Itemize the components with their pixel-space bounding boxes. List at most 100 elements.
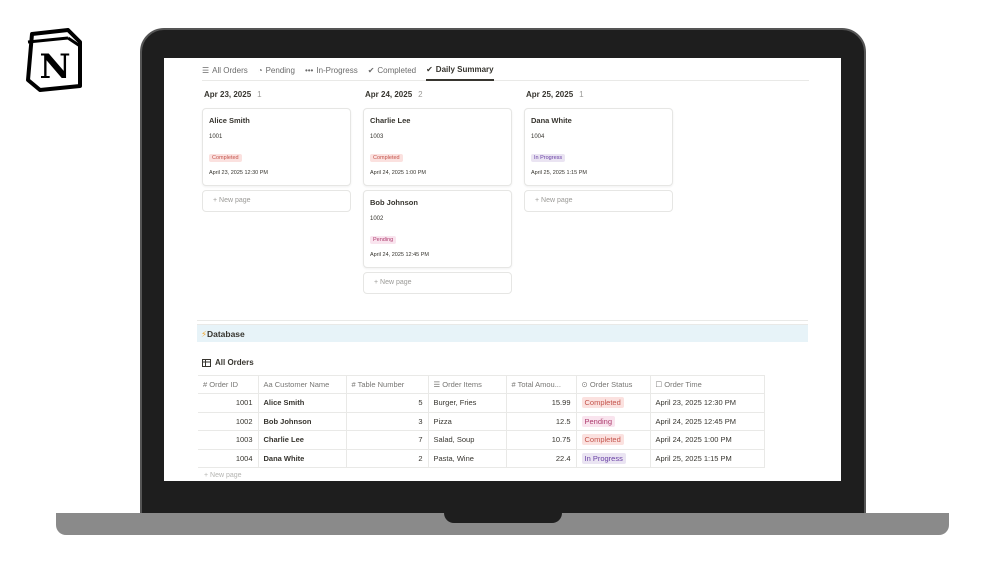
table-new-page-button[interactable]: + New page bbox=[204, 472, 242, 479]
orders-table: # Order ID Aa Customer Name # Table Numb… bbox=[198, 375, 765, 468]
status-badge: Completed bbox=[581, 434, 624, 446]
cell-table-number[interactable]: 5 bbox=[346, 393, 429, 413]
tab-pending[interactable]: ◔ Pending bbox=[258, 61, 295, 81]
board-column: Apr 24, 2025 2 Charlie Lee 1003 Completed… bbox=[363, 90, 512, 294]
cell-order-status[interactable]: Completed bbox=[576, 393, 651, 413]
column-header-order-items[interactable]: ☰ Order Items bbox=[428, 375, 507, 394]
notion-logo: N bbox=[26, 28, 82, 92]
board-column: Apr 23, 2025 1 Alice Smith 1001 Completed… bbox=[202, 90, 351, 294]
cell-order-time[interactable]: April 24, 2025 12:45 PM bbox=[650, 412, 765, 431]
database-title: Database bbox=[206, 329, 245, 339]
notion-logo-letter: N bbox=[39, 47, 70, 87]
column-count: 1 bbox=[257, 90, 262, 99]
column-date: Apr 24, 2025 bbox=[365, 90, 413, 99]
card-time: April 24, 2025 1:00 PM bbox=[370, 170, 426, 176]
table-view-tab[interactable]: All Orders bbox=[202, 358, 254, 367]
tab-label: All Orders bbox=[212, 66, 248, 75]
column-header: Apr 25, 2025 1 bbox=[524, 90, 673, 104]
column-header-order-id[interactable]: # Order ID bbox=[198, 375, 259, 394]
cell-table-number[interactable]: 7 bbox=[346, 430, 429, 450]
tab-label: Pending bbox=[265, 66, 295, 75]
column-header-customer-name[interactable]: Aa Customer Name bbox=[258, 375, 347, 394]
column-header-order-time[interactable]: ☐ Order Time bbox=[650, 375, 765, 394]
board-card[interactable]: Alice Smith 1001 Completed April 23, 202… bbox=[202, 108, 351, 186]
column-header: Apr 24, 2025 2 bbox=[363, 90, 512, 104]
divider bbox=[197, 320, 808, 321]
tab-completed[interactable]: ✔ Completed bbox=[368, 61, 416, 81]
status-badge: In Progress bbox=[581, 452, 626, 464]
board-card[interactable]: Charlie Lee 1003 Completed April 24, 202… bbox=[363, 108, 512, 186]
cell-order-items[interactable]: Pizza bbox=[428, 412, 507, 431]
tab-daily-summary[interactable]: ✔ Daily Summary bbox=[426, 61, 494, 81]
cell-order-time[interactable]: April 25, 2025 1:15 PM bbox=[650, 449, 765, 468]
table-icon bbox=[202, 358, 211, 367]
card-name: Charlie Lee bbox=[370, 116, 411, 125]
card-time: April 23, 2025 12:30 PM bbox=[209, 170, 269, 176]
card-name: Alice Smith bbox=[209, 116, 250, 125]
laptop-notch bbox=[444, 511, 562, 523]
card-order-id: 1001 bbox=[209, 134, 223, 140]
cell-customer-name[interactable]: Charlie Lee bbox=[258, 430, 347, 450]
cell-customer-name[interactable]: Bob Johnson bbox=[258, 412, 347, 431]
ellipsis-icon: ••• bbox=[304, 66, 314, 75]
cell-order-status[interactable]: Pending bbox=[576, 412, 651, 431]
card-name: Bob Johnson bbox=[370, 198, 418, 207]
cell-order-items[interactable]: Pasta, Wine bbox=[428, 449, 507, 468]
cell-total-amount[interactable]: 15.99 bbox=[506, 393, 577, 413]
cell-total-amount[interactable]: 10.75 bbox=[506, 430, 577, 450]
column-header-table-number[interactable]: # Table Number bbox=[346, 375, 429, 394]
table-row[interactable]: 1003 Charlie Lee 7 Salad, Soup 10.75 Com… bbox=[198, 430, 765, 450]
table-header-row: # Order ID Aa Customer Name # Table Numb… bbox=[198, 375, 765, 394]
column-header: Apr 23, 2025 1 bbox=[202, 90, 351, 104]
stage: N ☰ All Orders ◔ Pending ••• In-Progress ✔ C… bbox=[0, 0, 1005, 565]
cell-table-number[interactable]: 3 bbox=[346, 412, 429, 431]
cell-order-time[interactable]: April 24, 2025 1:00 PM bbox=[650, 430, 765, 450]
board-card[interactable]: Dana White 1004 In Progress April 25, 20… bbox=[524, 108, 673, 186]
cell-order-id[interactable]: 1001 bbox=[198, 393, 259, 413]
board-view: Apr 23, 2025 1 Alice Smith 1001 Completed… bbox=[202, 90, 673, 294]
database-callout: ⚡Database bbox=[197, 324, 808, 342]
cell-order-items[interactable]: Salad, Soup bbox=[428, 430, 507, 450]
cell-customer-name[interactable]: Alice Smith bbox=[258, 393, 347, 413]
status-badge: Pending bbox=[581, 415, 616, 427]
tab-label: Daily Summary bbox=[435, 65, 494, 74]
table-view-label: All Orders bbox=[215, 358, 254, 367]
cell-customer-name[interactable]: Dana White bbox=[258, 449, 347, 468]
cell-total-amount[interactable]: 22.4 bbox=[506, 449, 577, 468]
board-column: Apr 25, 2025 1 Dana White 1004 In Progres… bbox=[524, 90, 673, 294]
cell-order-id[interactable]: 1004 bbox=[198, 449, 259, 468]
cell-order-items[interactable]: Burger, Fries bbox=[428, 393, 507, 413]
column-date: Apr 23, 2025 bbox=[204, 90, 252, 99]
cell-order-status[interactable]: In Progress bbox=[576, 449, 651, 468]
status-badge: Completed bbox=[581, 397, 624, 409]
status-badge: Completed bbox=[209, 154, 242, 162]
check-circle-icon: ✔ bbox=[367, 66, 375, 75]
cell-order-id[interactable]: 1003 bbox=[198, 430, 259, 450]
cell-total-amount[interactable]: 12.5 bbox=[506, 412, 577, 431]
table-row[interactable]: 1002 Bob Johnson 3 Pizza 12.5 Pending Ap… bbox=[198, 412, 765, 431]
new-page-button[interactable]: + New page bbox=[363, 272, 512, 294]
pending-icon: ◔ bbox=[257, 66, 263, 75]
tab-label: In-Progress bbox=[316, 66, 358, 75]
new-page-button[interactable]: + New page bbox=[202, 190, 351, 212]
card-order-id: 1003 bbox=[370, 134, 384, 140]
tab-all-orders[interactable]: ☰ All Orders bbox=[202, 61, 248, 81]
status-badge: Completed bbox=[370, 154, 403, 162]
card-order-id: 1002 bbox=[370, 216, 384, 222]
new-page-button[interactable]: + New page bbox=[524, 190, 673, 212]
cell-order-id[interactable]: 1002 bbox=[198, 412, 259, 431]
board-card[interactable]: Bob Johnson 1002 Pending April 24, 2025 … bbox=[363, 190, 512, 268]
column-count: 1 bbox=[579, 90, 584, 99]
cell-order-status[interactable]: Completed bbox=[576, 430, 651, 450]
column-header-total-amount[interactable]: # Total Amou... bbox=[506, 375, 577, 394]
table-row[interactable]: 1004 Dana White 2 Pasta, Wine 22.4 In Pr… bbox=[198, 449, 765, 468]
cell-order-time[interactable]: April 23, 2025 12:30 PM bbox=[650, 393, 765, 413]
card-time: April 25, 2025 1:15 PM bbox=[531, 170, 587, 176]
column-count: 2 bbox=[418, 90, 423, 99]
table-row[interactable]: 1001 Alice Smith 5 Burger, Fries 15.99 C… bbox=[198, 393, 765, 413]
column-date: Apr 25, 2025 bbox=[526, 90, 574, 99]
tab-in-progress[interactable]: ••• In-Progress bbox=[305, 61, 358, 81]
cell-table-number[interactable]: 2 bbox=[346, 449, 429, 468]
column-header-order-status[interactable]: ⊙ Order Status bbox=[576, 375, 651, 394]
status-badge: Pending bbox=[370, 236, 397, 244]
